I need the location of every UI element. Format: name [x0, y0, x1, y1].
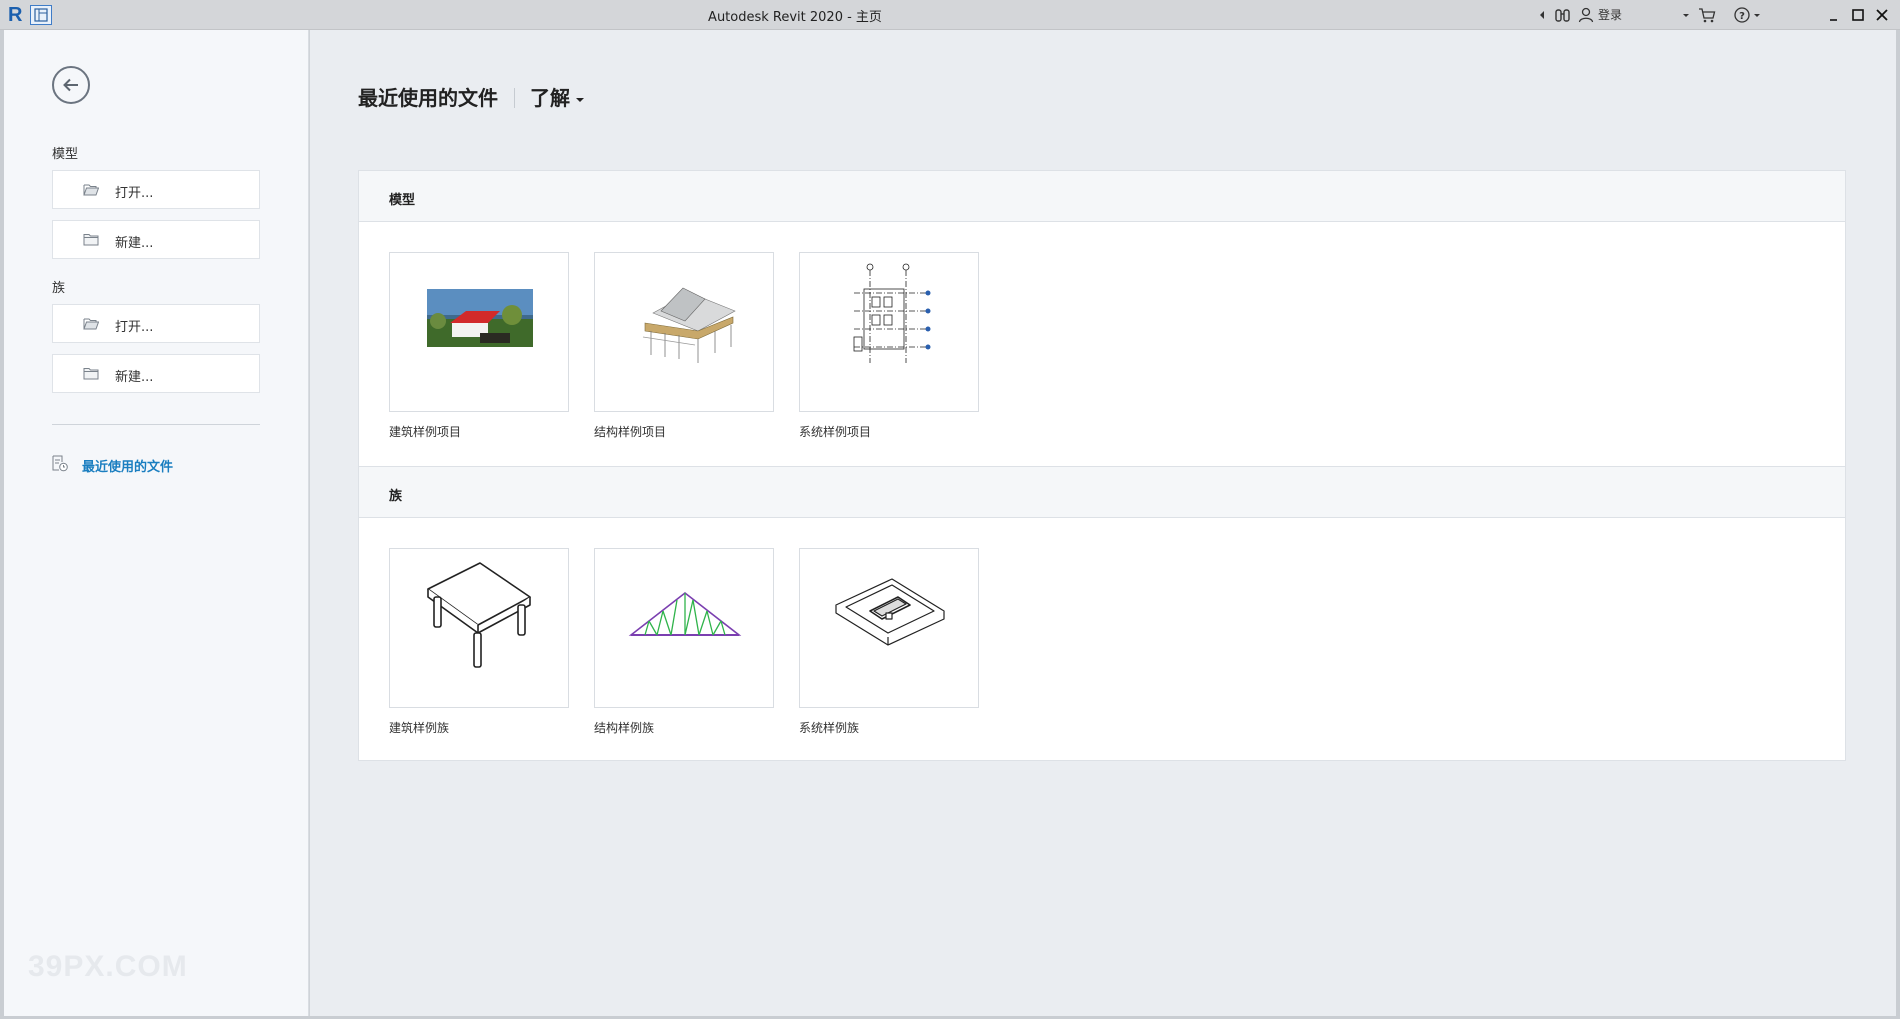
family-new-label: 新建...: [115, 370, 154, 385]
card-caption: 系统样例项目: [799, 425, 872, 439]
new-file-icon: [83, 368, 99, 380]
thumbnail-architectural-family: [389, 548, 569, 708]
family-open-label: 打开...: [115, 320, 154, 335]
model-open-label: 打开...: [115, 186, 154, 201]
card-caption: 结构样例项目: [594, 425, 667, 439]
thumbnail-architectural-project: [389, 252, 569, 412]
card-caption: 系统样例族: [799, 721, 860, 735]
card-systems-sample-family[interactable]: 系统样例族: [799, 548, 979, 736]
search-binoculars-icon[interactable]: [1554, 7, 1572, 23]
window-title: Autodesk Revit 2020 - 主页: [708, 10, 882, 25]
back-arrow-icon: [63, 78, 78, 92]
login-link[interactable]: 登录: [1598, 7, 1622, 23]
card-structural-sample-project[interactable]: 结构样例项目: [594, 252, 774, 440]
folder-open-icon: [83, 184, 99, 196]
tab-learn[interactable]: 了解: [530, 82, 584, 111]
chevron-left-icon[interactable]: [1538, 7, 1546, 23]
model-heading: 模型: [52, 147, 79, 162]
card-caption: 建筑样例项目: [389, 425, 462, 439]
chevron-down-icon[interactable]: [1682, 7, 1690, 23]
card-caption: 结构样例族: [594, 721, 655, 735]
chevron-down-icon: [576, 97, 584, 102]
maximize-button[interactable]: [1846, 4, 1870, 26]
family-heading: 族: [52, 281, 66, 296]
user-icon[interactable]: [1578, 7, 1594, 23]
thumbnail-systems-project: [799, 252, 979, 412]
card-architectural-sample-project[interactable]: 建筑样例项目: [389, 252, 569, 440]
models-panel: 模型 建筑样例项目 结构样例项目 系统样例项目: [358, 170, 1846, 467]
thumbnail-systems-family: [799, 548, 979, 708]
card-systems-sample-project[interactable]: 系统样例项目: [799, 252, 979, 440]
close-button[interactable]: [1870, 4, 1894, 26]
card-architectural-sample-family[interactable]: 建筑样例族: [389, 548, 569, 736]
title-bar: R Autodesk Revit 2020 - 主页 登录 ?: [0, 0, 1900, 30]
thumbnail-structural-family: [594, 548, 774, 708]
minimize-button[interactable]: [1822, 4, 1846, 26]
models-heading: 模型: [389, 193, 416, 208]
main-content: 最近使用的文件 了解 模型 建筑样例项目 结构样例项目 系统样例项目 族 建筑样…: [310, 30, 1896, 1016]
cart-icon[interactable]: [1698, 7, 1716, 23]
recent-files-icon: [52, 455, 68, 472]
tab-recent-files[interactable]: 最近使用的文件: [358, 82, 498, 111]
model-new-label: 新建...: [115, 236, 154, 251]
folder-open-icon: [83, 318, 99, 330]
new-file-icon: [83, 234, 99, 246]
sidebar-divider: [52, 424, 260, 425]
families-panel: 族 建筑样例族 结构样例族 系统样例族: [358, 466, 1846, 761]
tab-learn-label: 了解: [530, 86, 570, 110]
card-caption: 建筑样例族: [389, 721, 450, 735]
families-panel-header: 族: [359, 467, 1845, 518]
card-structural-sample-family[interactable]: 结构样例族: [594, 548, 774, 736]
model-new-button[interactable]: 新建...: [52, 220, 260, 259]
thumbnail-structural-project: [594, 252, 774, 412]
sidebar: 模型 打开... 新建... 族 打开... 新建... 最近使用的文件 39P…: [4, 30, 309, 1016]
nav-separator: [514, 88, 515, 108]
models-panel-header: 模型: [359, 171, 1845, 222]
help-icon[interactable]: ?: [1734, 7, 1762, 23]
family-new-button[interactable]: 新建...: [52, 354, 260, 393]
model-open-button[interactable]: 打开...: [52, 170, 260, 209]
family-open-button[interactable]: 打开...: [52, 304, 260, 343]
families-heading: 族: [389, 489, 403, 504]
back-button[interactable]: [52, 66, 90, 104]
recent-files-label: 最近使用的文件: [82, 460, 174, 475]
watermark-text: 39PX.COM: [28, 950, 188, 983]
svg-text:?: ?: [1739, 11, 1745, 22]
